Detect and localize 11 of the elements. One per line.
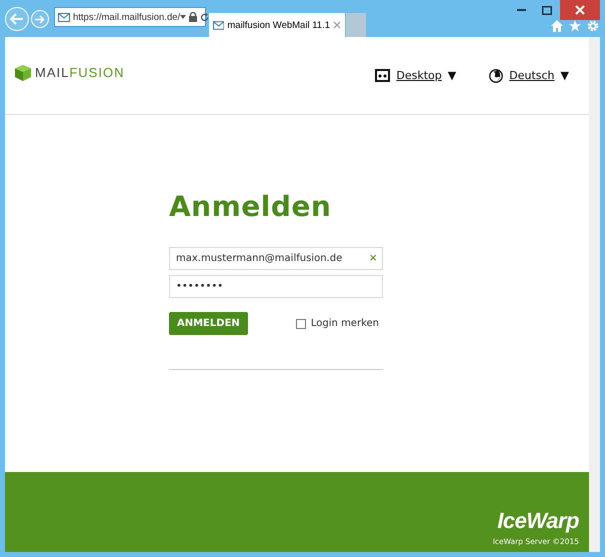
browser-tab[interactable]: mailfusion WebMail 11.1 bbox=[209, 13, 345, 37]
address-bar[interactable]: https://mail.mailfusion.de/ bbox=[54, 7, 206, 27]
clear-button[interactable]: × bbox=[369, 251, 377, 265]
password-field[interactable]: •••••••• bbox=[169, 275, 383, 298]
brand-logo: IceWarp bbox=[497, 508, 579, 534]
logo-text: MAILFUSION bbox=[35, 65, 124, 80]
language-menu[interactable]: Deutsch ▼ bbox=[489, 68, 569, 82]
view-menu[interactable]: Desktop ▼ bbox=[375, 68, 456, 82]
page-title: Anmelden bbox=[169, 190, 332, 223]
login-button[interactable]: ANMELDEN bbox=[169, 312, 248, 335]
checkbox-label[interactable]: Login merken bbox=[310, 318, 379, 329]
